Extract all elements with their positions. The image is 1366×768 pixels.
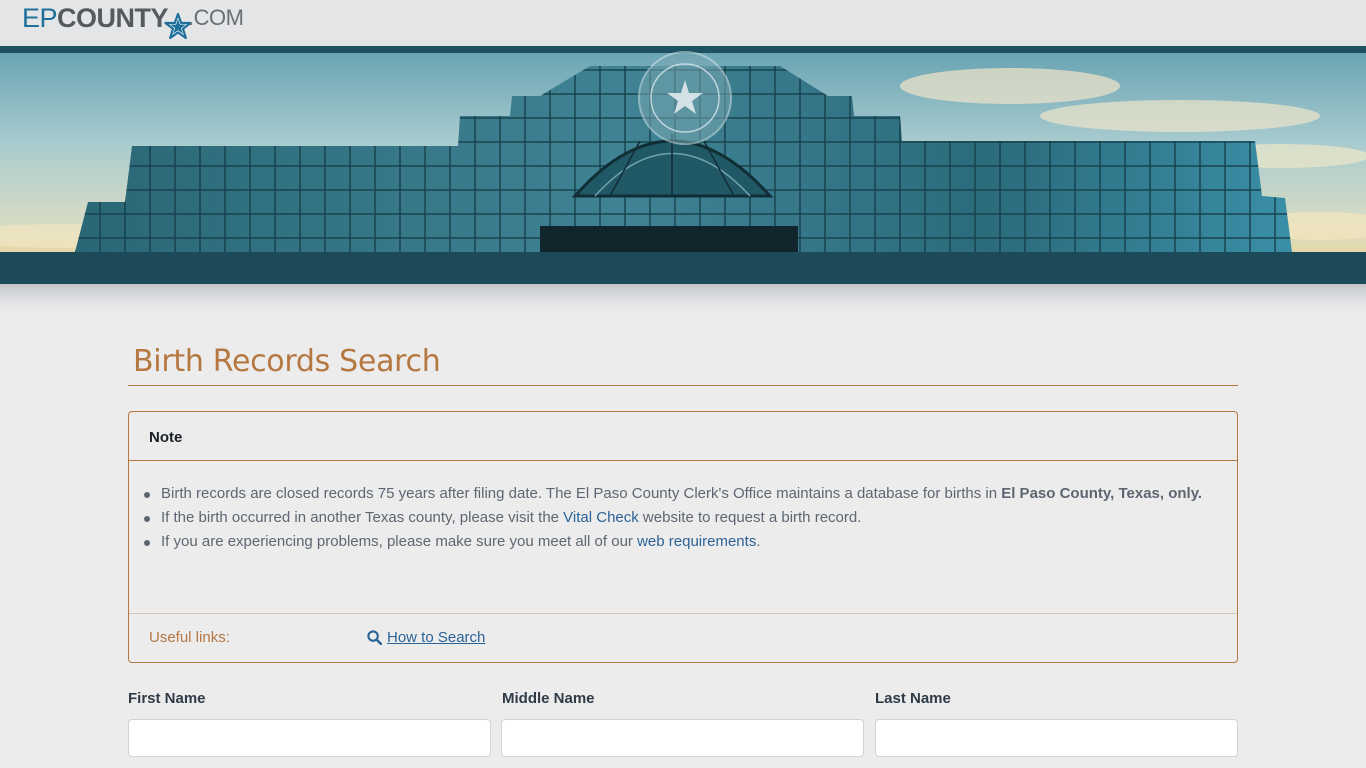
middle-name-input[interactable]: [501, 719, 864, 757]
note-item-text: website to request a birth record.: [638, 509, 862, 526]
first-name-input[interactable]: [128, 719, 491, 757]
courthouse-banner-image: [0, 46, 1366, 284]
middle-name-label: Middle Name: [502, 690, 595, 707]
note-item-text: If the birth occurred in another Texas c…: [161, 509, 564, 526]
logo-county-text: COUNTY: [57, 3, 169, 33]
first-name-label: First Name: [128, 690, 206, 707]
note-panel: Note Birth records are closed records 75…: [128, 411, 1238, 663]
note-item-closed-records: Birth records are closed records 75 year…: [144, 482, 1217, 506]
note-item-web-requirements: If you are experiencing problems, please…: [144, 530, 1217, 554]
last-name-label: Last Name: [875, 690, 951, 707]
note-item-text: Birth records are closed records 75 year…: [161, 485, 1002, 502]
vital-check-link[interactable]: Vital Check: [563, 509, 639, 526]
title-divider: [128, 385, 1238, 386]
courthouse-building-illustration: [0, 51, 1366, 284]
note-item-bold: El Paso County, Texas, only.: [1001, 485, 1203, 502]
top-header-bar: EP COUNTY .COM: [0, 0, 1366, 46]
note-item-text: If you are experiencing problems, please…: [161, 533, 638, 550]
how-to-search-link[interactable]: How to Search: [367, 629, 485, 646]
epcounty-logo[interactable]: EP COUNTY .COM: [22, 3, 244, 43]
last-name-input[interactable]: [875, 719, 1238, 757]
useful-links-label: Useful links:: [149, 629, 230, 646]
web-requirements-link[interactable]: web requirements: [637, 533, 756, 550]
note-item-vital-check: If the birth occurred in another Texas c…: [144, 506, 1217, 530]
note-footer: Useful links: How to Search: [129, 613, 1237, 663]
page-title: Birth Records Search: [133, 344, 441, 379]
note-header: Note: [129, 412, 1237, 461]
how-to-search-label: How to Search: [387, 629, 486, 646]
logo-ep-text: EP: [22, 3, 58, 33]
note-list: Birth records are closed records 75 year…: [144, 482, 1217, 554]
search-icon: [367, 630, 382, 645]
banner-shadow: [0, 284, 1366, 314]
logo-com-text: .COM: [188, 5, 244, 30]
note-item-text: .: [756, 533, 761, 550]
note-body: Birth records are closed records 75 year…: [129, 461, 1237, 554]
